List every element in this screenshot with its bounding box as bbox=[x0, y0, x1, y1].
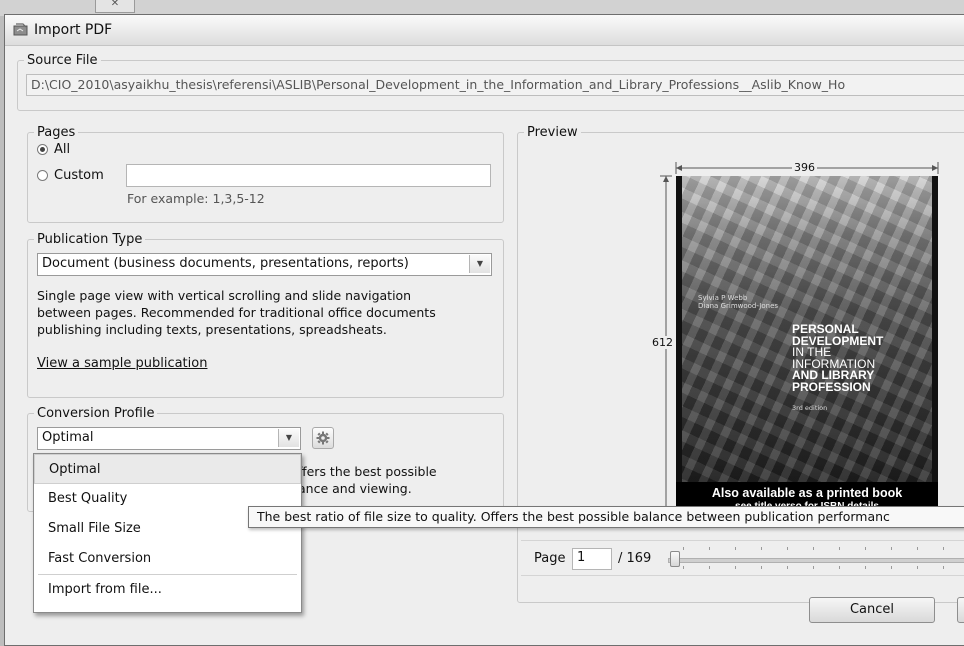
publication-type-legend: Publication Type bbox=[37, 232, 143, 247]
slider-tick bbox=[917, 547, 918, 550]
publication-type-description-line: Single page view with vertical scrolling… bbox=[37, 288, 412, 303]
slider-tick bbox=[839, 566, 840, 569]
preview-cover-image: Sylvia P Webb Diana Grimwood-Jones PERSO… bbox=[676, 176, 938, 514]
conversion-profile-description-line: ffers the best possible bbox=[298, 464, 437, 479]
slider-tick bbox=[709, 547, 710, 550]
slider-tick bbox=[891, 547, 892, 550]
conversion-profile-value: Optimal bbox=[42, 430, 94, 445]
slider-tick bbox=[761, 566, 762, 569]
radio-checked-icon bbox=[37, 144, 48, 155]
slider-tick bbox=[709, 566, 710, 569]
chevron-down-icon[interactable]: ▼ bbox=[278, 429, 299, 447]
slider-tick bbox=[917, 566, 918, 569]
conversion-profile-tooltip: The best ratio of file size to quality. … bbox=[248, 506, 964, 528]
preview-height-label: 612 bbox=[650, 336, 675, 349]
dropdown-option-fast-conversion[interactable]: Fast Conversion bbox=[34, 544, 301, 574]
slider-tick bbox=[761, 547, 762, 550]
page-slider-thumb[interactable] bbox=[670, 551, 680, 567]
cancel-button[interactable]: Cancel bbox=[809, 597, 935, 623]
conversion-profile-legend: Conversion Profile bbox=[37, 406, 155, 421]
slider-tick bbox=[787, 547, 788, 550]
dropdown-option-import-from-file[interactable]: Import from file... bbox=[34, 575, 301, 605]
radio-unchecked-icon bbox=[37, 170, 48, 181]
conversion-profile-select[interactable]: Optimal ▼ bbox=[37, 427, 301, 450]
slider-tick bbox=[865, 566, 866, 569]
publication-type-description-line: publishing including texts, presentation… bbox=[37, 322, 387, 337]
cover-author: Sylvia P Webb bbox=[698, 294, 748, 302]
publication-type-group: Publication Type Document (business docu… bbox=[27, 232, 504, 398]
source-file-legend: Source File bbox=[27, 53, 98, 68]
source-file-group: Source File D:\CIO_2010\asyaikhu_thesis\… bbox=[17, 53, 964, 111]
preview-width-label: 396 bbox=[792, 161, 817, 174]
page-label: Page bbox=[534, 551, 566, 566]
pages-custom-label: Custom bbox=[54, 168, 104, 183]
slider-tick bbox=[943, 547, 944, 550]
slider-tick bbox=[865, 547, 866, 550]
slider-tick bbox=[787, 566, 788, 569]
view-sample-publication-link[interactable]: View a sample publication bbox=[37, 356, 207, 371]
slider-tick bbox=[839, 547, 840, 550]
cover-edition: 3rd edition bbox=[792, 404, 828, 412]
slider-tick bbox=[813, 547, 814, 550]
conversion-profile-description: ffers the best possible ance and viewing… bbox=[298, 463, 437, 497]
cover-banner-line: Also available as a printed book bbox=[711, 486, 903, 500]
slider-tick bbox=[735, 547, 736, 550]
chevron-down-icon[interactable]: ▼ bbox=[469, 255, 490, 273]
dropdown-option-optimal[interactable]: Optimal bbox=[34, 454, 301, 484]
publication-type-value: Document (business documents, presentati… bbox=[42, 256, 409, 271]
gear-icon bbox=[316, 431, 330, 445]
preview-legend: Preview bbox=[527, 125, 578, 140]
ok-button[interactable] bbox=[957, 597, 964, 623]
pages-all-label: All bbox=[54, 142, 71, 157]
cover-authors: Sylvia P Webb Diana Grimwood-Jones bbox=[698, 294, 778, 310]
profile-settings-button[interactable] bbox=[312, 427, 334, 449]
slider-tick bbox=[943, 566, 944, 569]
publication-type-description: Single page view with vertical scrolling… bbox=[37, 287, 497, 338]
conversion-profile-description-line: ance and viewing. bbox=[298, 481, 412, 496]
custom-pages-input[interactable] bbox=[126, 164, 491, 187]
publication-type-select[interactable]: Document (business documents, presentati… bbox=[37, 253, 492, 276]
slider-tick bbox=[683, 547, 684, 550]
publication-type-description-line: between pages. Recommended for tradition… bbox=[37, 305, 436, 320]
background-close-icon: ✕ bbox=[95, 0, 135, 13]
pages-all-radio[interactable]: All bbox=[37, 142, 70, 157]
pages-custom-radio[interactable]: Custom bbox=[37, 168, 104, 183]
pages-group: Pages All Custom For example: 1,3,5-12 bbox=[27, 125, 504, 223]
slider-tick bbox=[891, 566, 892, 569]
cover-author: Diana Grimwood-Jones bbox=[698, 302, 779, 310]
import-pdf-app-icon bbox=[13, 23, 28, 36]
slider-tick bbox=[683, 566, 684, 569]
slider-tick bbox=[735, 566, 736, 569]
conversion-profile-dropdown: Optimal Best Quality Small File Size Fas… bbox=[33, 453, 302, 613]
window-title: Import PDF bbox=[34, 22, 113, 38]
custom-pages-hint: For example: 1,3,5-12 bbox=[127, 191, 265, 206]
cover-title-line: PROFESSION bbox=[792, 379, 871, 394]
page-total: / 169 bbox=[618, 551, 652, 566]
pages-legend: Pages bbox=[37, 125, 76, 140]
source-file-path[interactable]: D:\CIO_2010\asyaikhu_thesis\referensi\AS… bbox=[26, 74, 964, 96]
page-slider-track[interactable] bbox=[668, 558, 964, 563]
slider-tick bbox=[813, 566, 814, 569]
cover-title: PERSONAL DEVELOPMENT IN THE INFORMATION … bbox=[792, 323, 883, 394]
page-number-input[interactable]: 1 bbox=[572, 548, 612, 570]
title-bar[interactable]: Import PDF bbox=[5, 15, 964, 46]
